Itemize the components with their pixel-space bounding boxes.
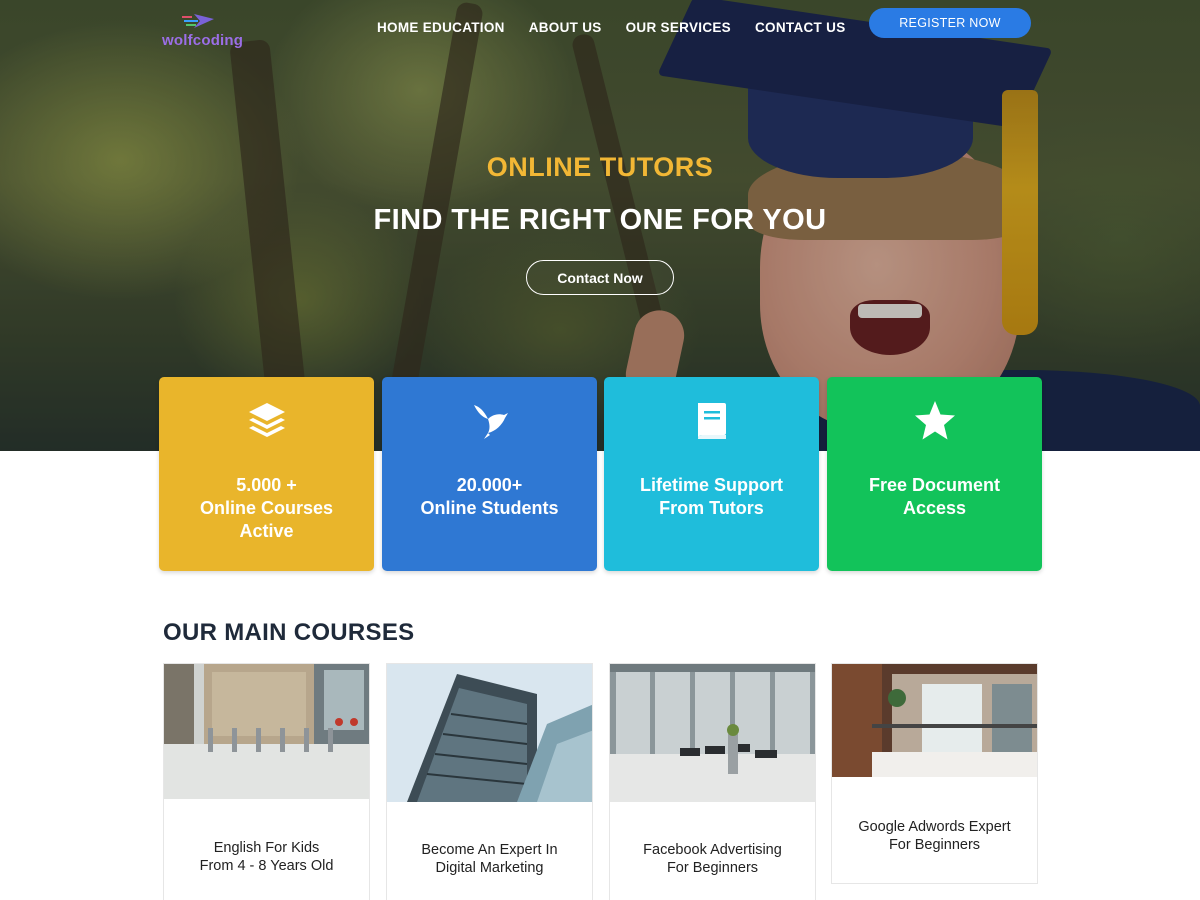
feature-card-courses: 5.000 + Online Courses Active <box>159 377 374 571</box>
course-title: Google Adwords Expert For Beginners <box>858 819 1011 853</box>
site-logo[interactable]: wolfcoding <box>162 8 252 54</box>
feature-label: 5.000 + Online Courses Active <box>199 475 334 541</box>
logo-bird-icon <box>182 14 214 28</box>
course-image-hallway <box>832 664 1037 777</box>
logo-text: wolfcoding <box>162 32 244 49</box>
nav-home-education[interactable]: HOME EDUCATION <box>377 20 505 35</box>
nav-contact-us[interactable]: CONTACT US <box>755 20 846 35</box>
star-icon <box>827 399 1042 443</box>
course-title: Facebook Advertising For Beginners <box>643 842 782 876</box>
nav-our-services[interactable]: OUR SERVICES <box>626 20 731 35</box>
feature-label: Free Document Access <box>868 475 1001 518</box>
feature-label: Lifetime Support From Tutors <box>640 475 783 518</box>
feature-card-documents: Free Document Access <box>827 377 1042 571</box>
main-nav: HOME EDUCATION ABOUT US OUR SERVICES CON… <box>377 20 846 35</box>
section-title-courses: OUR MAIN COURSES <box>163 619 415 646</box>
book-icon <box>604 399 819 443</box>
course-card-english[interactable]: English For Kids From 4 - 8 Years Old <box>163 663 370 900</box>
feature-label: 20.000+ Online Students <box>420 475 559 518</box>
hero-subtitle: ONLINE TUTORS <box>486 152 714 182</box>
course-image-lobby <box>164 664 369 799</box>
contact-now-button[interactable]: Contact Now <box>526 260 674 295</box>
course-image-building <box>387 664 592 802</box>
course-card-digital-marketing[interactable]: Become An Expert In Digital Marketing <box>386 663 593 900</box>
course-title: Become An Expert In Digital Marketing <box>421 842 558 876</box>
layers-icon <box>159 399 374 443</box>
course-card-facebook-ads[interactable]: Facebook Advertising For Beginners <box>609 663 816 900</box>
course-card-google-adwords[interactable]: Google Adwords Expert For Beginners <box>831 663 1038 884</box>
course-title: English For Kids From 4 - 8 Years Old <box>199 840 334 874</box>
bird-icon <box>382 399 597 443</box>
register-button[interactable]: REGISTER NOW <box>869 8 1031 38</box>
nav-about-us[interactable]: ABOUT US <box>529 20 602 35</box>
course-image-waiting-area <box>610 664 815 802</box>
hero-title: FIND THE RIGHT ONE FOR YOU <box>373 204 827 236</box>
feature-card-support: Lifetime Support From Tutors <box>604 377 819 571</box>
feature-card-students: 20.000+ Online Students <box>382 377 597 571</box>
